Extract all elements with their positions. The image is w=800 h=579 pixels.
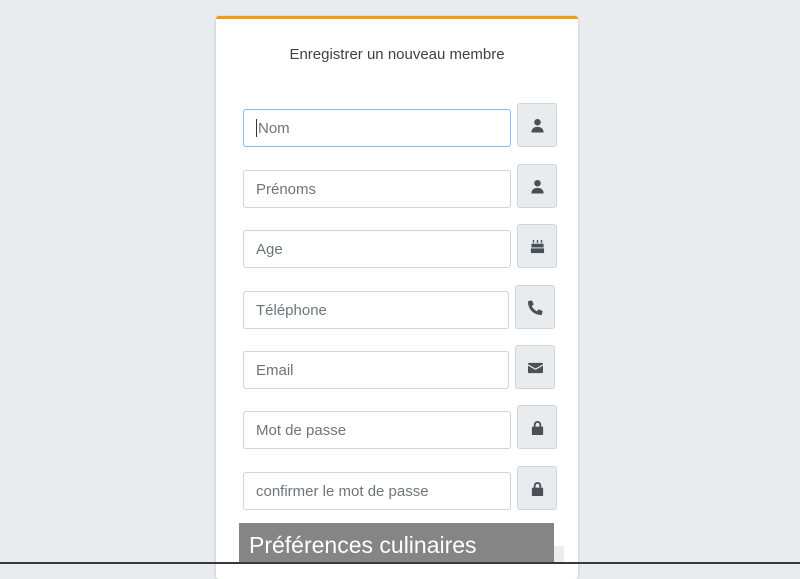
user-icon — [530, 179, 544, 194]
prenoms-placeholder: Prénoms — [256, 180, 317, 198]
lock-icon — [531, 420, 543, 435]
lock-icon — [531, 481, 543, 496]
phone-icon — [527, 299, 543, 315]
password-addon — [517, 405, 557, 449]
nom-placeholder: Nom — [258, 119, 290, 137]
prenoms-input[interactable]: Prénoms — [243, 170, 511, 208]
telephone-input[interactable]: Téléphone — [243, 291, 509, 329]
confirm-password-addon — [517, 466, 557, 510]
prenoms-addon — [517, 164, 557, 208]
form-title: Enregistrer un nouveau membre — [289, 46, 505, 63]
nom-addon — [517, 103, 557, 147]
envelope-icon — [527, 362, 543, 373]
telephone-addon — [515, 285, 555, 329]
password-placeholder: Mot de passe — [256, 421, 347, 439]
confirm-password-input[interactable]: confirmer le mot de passe — [243, 472, 511, 510]
age-input[interactable]: Age — [243, 230, 511, 268]
email-input[interactable]: Email — [243, 351, 509, 389]
email-addon — [515, 345, 555, 389]
user-icon — [530, 118, 544, 133]
age-addon — [517, 224, 557, 268]
age-placeholder: Age — [256, 240, 283, 258]
birthday-cake-icon — [530, 239, 544, 253]
confirm-password-placeholder: confirmer le mot de passe — [256, 482, 429, 500]
register-card: Enregistrer un nouveau membre Nom Prénom… — [216, 16, 578, 579]
preferences-heading: Préférences culinaires — [239, 523, 554, 564]
telephone-placeholder: Téléphone — [256, 301, 327, 319]
nom-input[interactable]: Nom — [243, 109, 511, 147]
text-caret — [256, 119, 257, 137]
email-placeholder: Email — [256, 361, 294, 379]
password-input[interactable]: Mot de passe — [243, 411, 511, 449]
